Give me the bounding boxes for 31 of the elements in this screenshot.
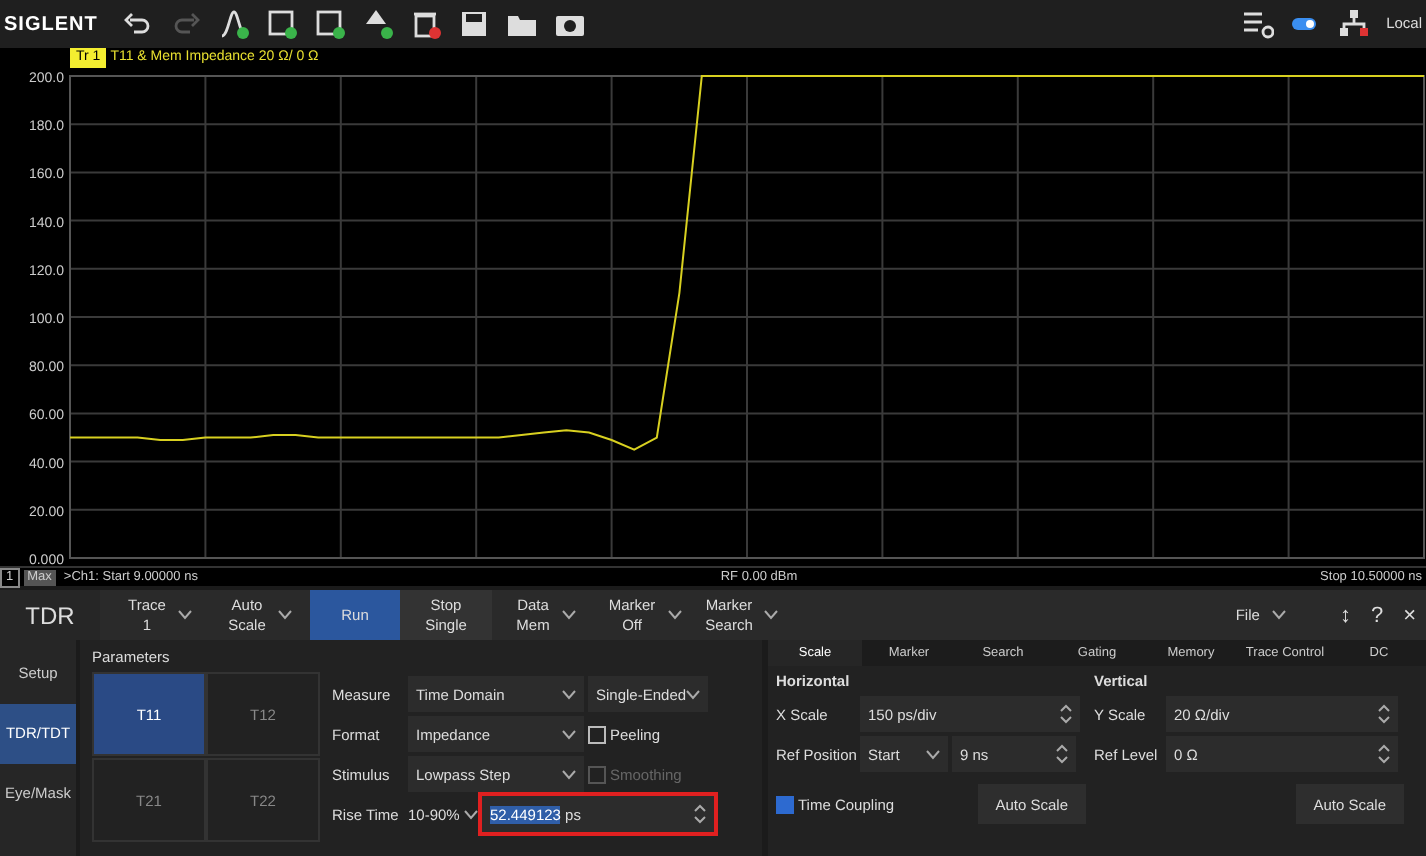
caret-icon[interactable] — [686, 689, 701, 700]
caret-icon[interactable] — [177, 610, 192, 620]
caret-icon[interactable] — [764, 610, 779, 620]
window-control[interactable]: ? — [1360, 590, 1394, 640]
checkbox[interactable] — [588, 725, 606, 744]
list-settings-icon[interactable] — [1242, 8, 1275, 40]
add-trace-icon[interactable] — [265, 8, 298, 40]
spin-arrows-icon[interactable] — [694, 804, 706, 825]
spin-arrows-icon[interactable] — [1060, 704, 1072, 725]
add-channel-icon[interactable] — [313, 8, 346, 40]
caret-icon[interactable] — [667, 610, 682, 620]
caret-icon[interactable] — [562, 769, 576, 780]
caret-icon[interactable] — [464, 809, 478, 820]
caret-icon[interactable] — [277, 610, 292, 620]
panel-title: TDR — [0, 590, 100, 640]
brand-logo: SIGLENT — [4, 11, 98, 39]
window-control[interactable]: ↕ — [1329, 590, 1361, 640]
spin-arrows-icon[interactable] — [1378, 704, 1390, 725]
window-control[interactable]: × — [1393, 590, 1426, 640]
caret-icon[interactable] — [562, 729, 576, 740]
network-icon[interactable] — [1338, 8, 1371, 40]
spin-arrows-icon[interactable] — [1378, 744, 1390, 765]
caret-icon[interactable] — [561, 610, 576, 620]
caret-icon[interactable] — [926, 749, 940, 760]
marker-add-icon[interactable] — [361, 8, 394, 40]
caret-icon[interactable] — [1271, 610, 1286, 620]
save-icon[interactable] — [457, 8, 490, 40]
add-trace-icon[interactable] — [217, 8, 250, 40]
spin-arrows-icon[interactable] — [1056, 744, 1068, 765]
checkbox[interactable] — [776, 795, 794, 814]
caret-icon[interactable] — [562, 689, 576, 700]
